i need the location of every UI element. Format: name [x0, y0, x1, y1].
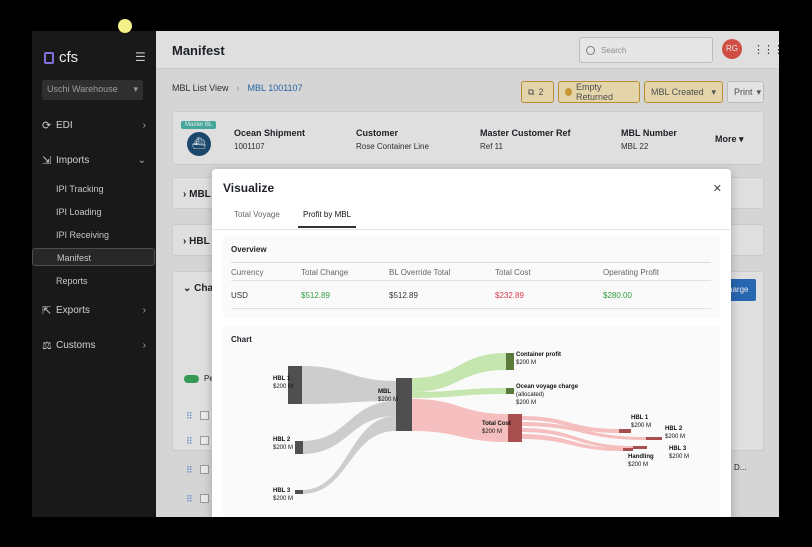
column-header: Currency [231, 268, 264, 277]
node-label-hbl2-out: HBL 2 $200 M [665, 426, 685, 440]
node-label-hbl3-out: HBL 3 $200 M [669, 446, 689, 460]
node-mbl [396, 378, 412, 431]
node-label-handling: Handling $200 M [628, 454, 654, 468]
tab-divider [212, 229, 731, 230]
column-header: Total Change [301, 268, 349, 277]
node-hbl3 [295, 490, 303, 494]
table-cell-currency: USD [231, 291, 248, 300]
column-header: Total Cost [495, 268, 531, 277]
close-icon[interactable]: ✕ [713, 182, 722, 195]
column-header: BL Override Total [389, 268, 451, 277]
node-ocean-voyage [506, 388, 514, 394]
node-hbl1-out [619, 429, 631, 433]
overview-title: Overview [231, 245, 267, 254]
node-label-hbl2: HBL 2 $200 M [273, 437, 293, 451]
visualize-modal: Visualize ✕ Total Voyage Profit by MBL O… [212, 169, 731, 517]
overview-panel: Overview Currency Total Change BL Overri… [223, 236, 720, 318]
tab-total-voyage[interactable]: Total Voyage [234, 210, 280, 219]
tab-profit-by-mbl[interactable]: Profit by MBL [298, 210, 357, 228]
app-window: cfs ☰ Uschi Warehouse ▾ ⟳ EDI › ⇲ Import… [32, 31, 779, 517]
node-total-cost [508, 414, 522, 442]
node-label-hbl3: HBL 3 $200 M [273, 488, 293, 502]
node-label-ocean-voyage: Ocean voyage charge (allocated) $200 M [516, 384, 579, 406]
cursor-indicator [118, 19, 132, 33]
table-divider [231, 280, 711, 281]
node-container-profit [506, 353, 514, 370]
node-hbl2 [295, 441, 303, 454]
table-cell-total-cost: $232.89 [495, 291, 524, 300]
node-hbl2-out [646, 437, 662, 440]
sankey-chart: HBL 1 $200 MHBL 2 $200 MHBL 3 $200 MMBL $200… [273, 352, 689, 502]
overview-table: Currency Total Change BL Override Total … [231, 262, 711, 309]
table-cell-operating-profit: $280.00 [603, 291, 632, 300]
node-handling [623, 448, 633, 451]
column-header: Operating Profit [603, 268, 660, 277]
table-cell-bl-override: $512.89 [389, 291, 418, 300]
table-cell-total-change: $512.89 [301, 291, 330, 300]
chart-panel: Chart HBL 1 $200 M HBL 2 $200 M HBL 3 $200 MM… [223, 326, 720, 517]
modal-title: Visualize [223, 181, 275, 195]
table-divider [231, 308, 711, 309]
node-hbl3-out [633, 446, 647, 449]
node-label-hbl1-out: HBL 1 $200 M [631, 415, 651, 429]
flow-mbl-container-profit [412, 353, 506, 392]
node-label-container-profit: Container profit $200 M [516, 352, 561, 366]
